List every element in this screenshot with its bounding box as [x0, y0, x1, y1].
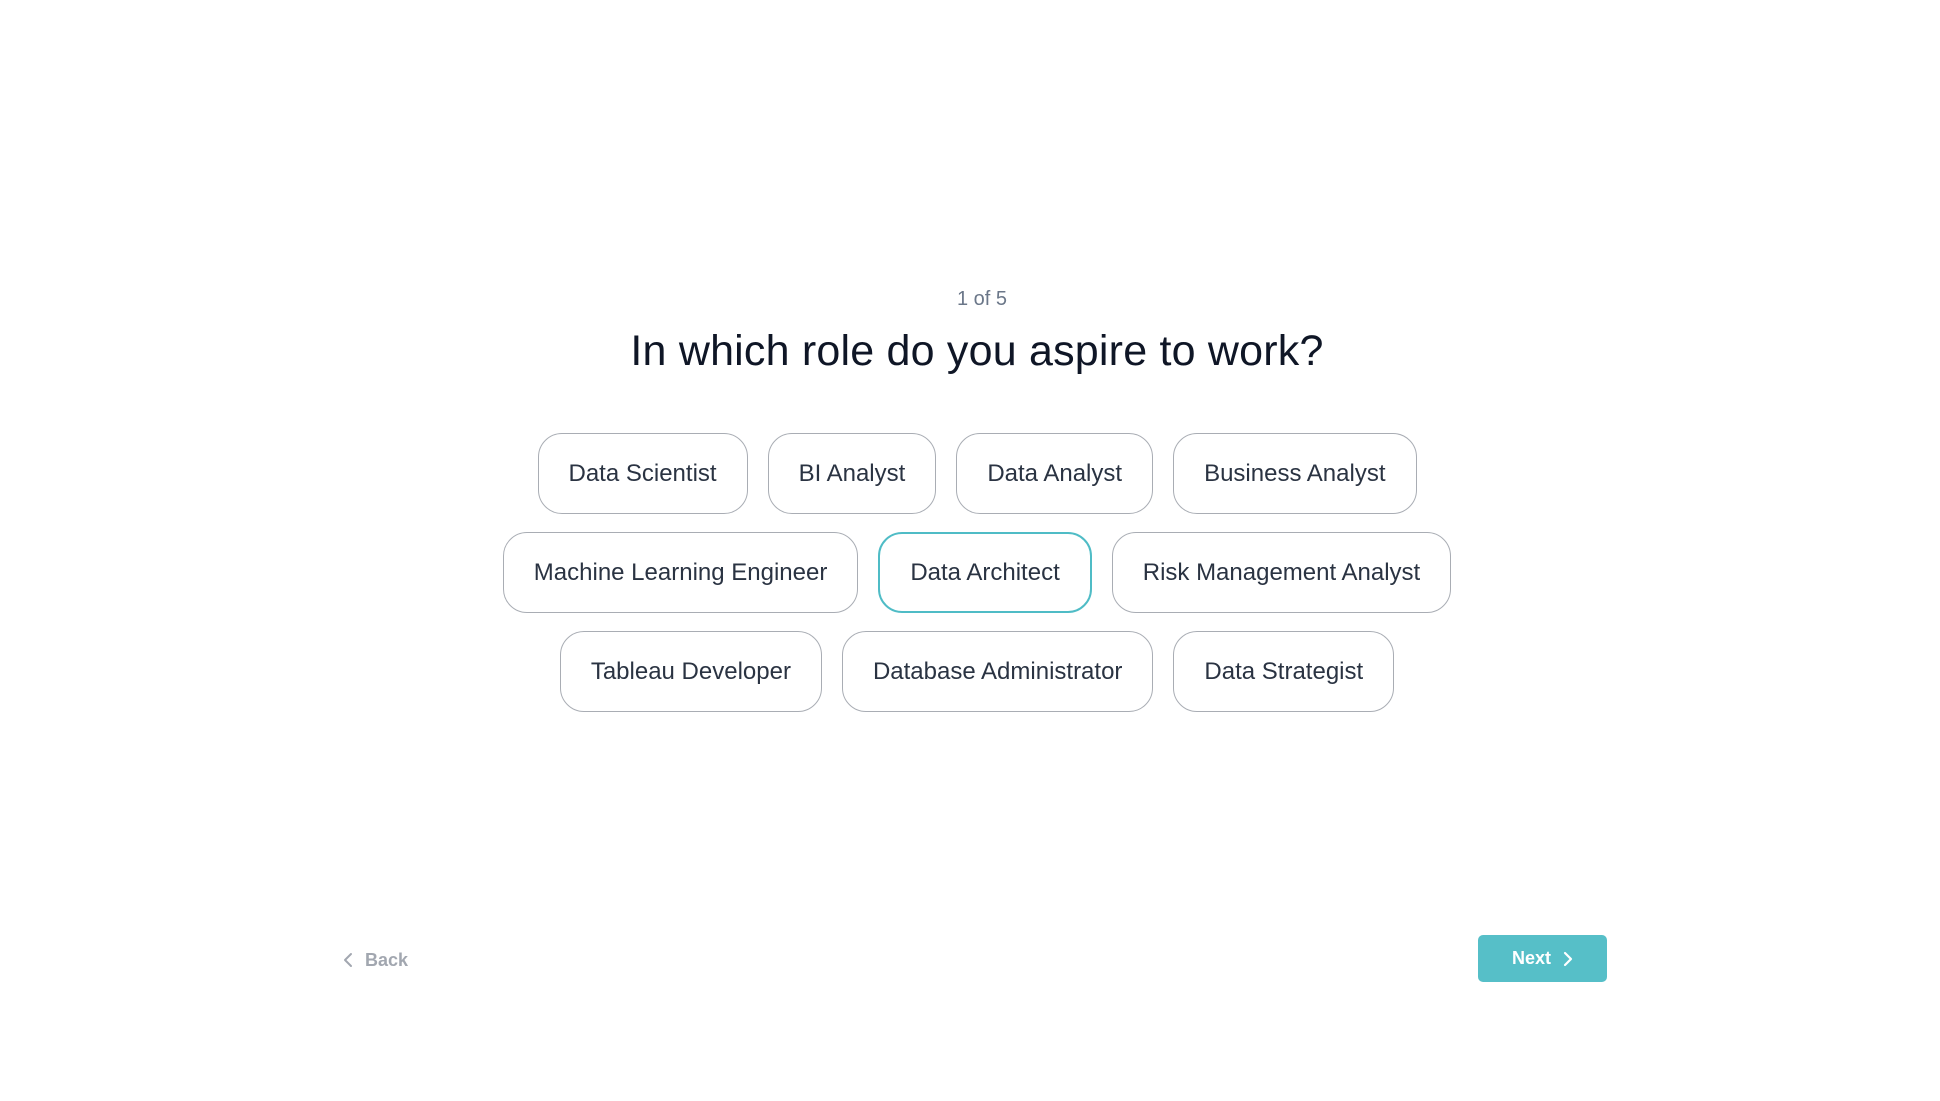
back-button[interactable]: Back: [343, 945, 408, 975]
option-database-administrator[interactable]: Database Administrator: [841, 631, 1154, 712]
next-label: Next: [1511, 948, 1551, 968]
role-options: Data Scientist BI Analyst Data Analyst B…: [0, 433, 1940, 712]
options-row: Machine Learning Engineer Data Architect…: [502, 532, 1452, 613]
options-row: Tableau Developer Database Administrator…: [559, 631, 1395, 712]
chevron-left-icon: [343, 952, 353, 968]
options-row: Data Scientist BI Analyst Data Analyst B…: [537, 433, 1417, 514]
option-data-strategist[interactable]: Data Strategist: [1173, 631, 1395, 712]
next-button[interactable]: Next: [1478, 935, 1607, 982]
option-business-analyst[interactable]: Business Analyst: [1173, 433, 1417, 514]
chevron-right-icon: [1563, 951, 1573, 967]
option-machine-learning-engineer[interactable]: Machine Learning Engineer: [502, 532, 859, 613]
question-heading: In which role do you aspire to work?: [630, 327, 1324, 375]
step-counter: 1 of 5: [956, 288, 1008, 310]
option-data-architect[interactable]: Data Architect: [878, 532, 1092, 613]
option-bi-analyst[interactable]: BI Analyst: [767, 433, 937, 514]
option-data-analyst[interactable]: Data Analyst: [956, 433, 1154, 514]
option-risk-management-analyst[interactable]: Risk Management Analyst: [1111, 532, 1452, 613]
back-label: Back: [365, 949, 409, 970]
option-data-scientist[interactable]: Data Scientist: [537, 433, 748, 514]
option-tableau-developer[interactable]: Tableau Developer: [559, 631, 822, 712]
